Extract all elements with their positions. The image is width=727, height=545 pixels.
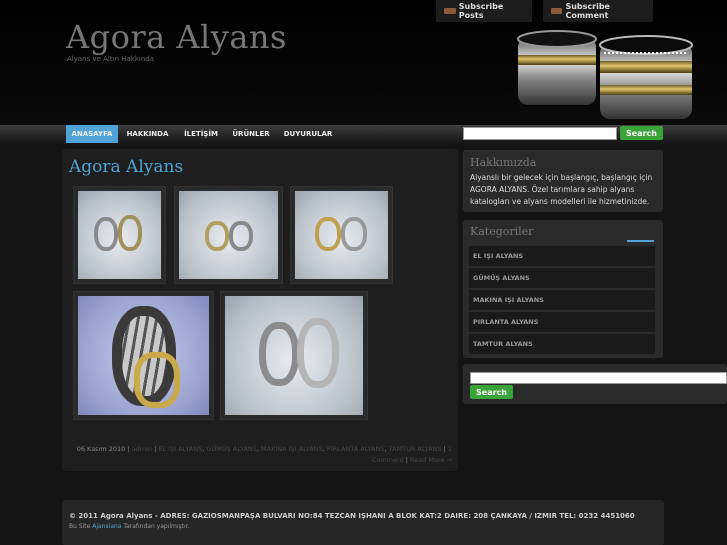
post-image-4[interactable] (73, 291, 214, 420)
footer-credit-link[interactable]: Ajansiana (92, 523, 121, 530)
wedding-rings-banner-image (517, 30, 693, 119)
site-title[interactable]: Agora Alyans (66, 18, 287, 56)
post-category-link[interactable]: EL IŞI ALYANS (158, 445, 202, 453)
site-header: Agora Alyans Alyans ve Altın Hakkında Su… (0, 0, 727, 125)
footer-credit: Bu Site Ajansiana Tarafından yapılmıştır… (69, 523, 190, 530)
category-item-pirlanta[interactable]: PIRLANTA ALYANS (469, 312, 655, 332)
about-widget-text: Alyanslı bir gelecek için başlangıç, baş… (470, 173, 653, 206)
post-category-link[interactable]: PIRLANTA ALYANS (327, 445, 385, 453)
header-search-input[interactable] (463, 127, 617, 140)
post-image-2[interactable] (174, 186, 283, 284)
post-category-link[interactable]: GÜMÜŞ ALYANS (206, 445, 256, 453)
nav-item-iletisim[interactable]: İLETİŞİM (178, 125, 224, 143)
nav-item-hakkinda[interactable]: HAKKINDA (120, 125, 175, 143)
post-image-3[interactable] (290, 186, 393, 284)
sidebar-search-button[interactable]: Search (470, 385, 513, 399)
category-item-tamtur[interactable]: TAMTUR ALYANS (469, 334, 655, 354)
rss-feed-icon (551, 8, 563, 14)
footer-credit-suffix: Tarafından yapılmıştır. (123, 523, 190, 530)
header-search-button[interactable]: Search (620, 126, 663, 140)
footer-copyright: © 2011 Agora Alyans - ADRES: GAZIOSMANPA… (69, 512, 635, 520)
nav-item-urunler[interactable]: ÜRÜNLER (227, 125, 275, 143)
post-meta: 06 Kasım 2010 | admin | EL IŞI ALYANS, G… (76, 445, 452, 464)
about-widget-title: Hakkımızda (470, 156, 537, 169)
post-image-5[interactable] (220, 291, 368, 420)
subscribe-comment-button[interactable]: Subscribe Comment (543, 0, 653, 22)
post-category-link[interactable]: MAKINA IŞI ALYANS (261, 445, 323, 453)
post-category-link[interactable]: TAMTUR ALYANS (389, 445, 442, 453)
category-item-el-isi[interactable]: EL IŞI ALYANS (469, 246, 655, 266)
post-date: 06 Kasım 2010 (76, 445, 126, 453)
rss-feed-icon (444, 8, 456, 14)
read-more-link[interactable]: Read More → (410, 456, 452, 464)
post-image-1[interactable] (73, 186, 166, 284)
categories-widget-title: Kategoriler (470, 225, 534, 238)
sidebar-search-input[interactable] (470, 372, 727, 384)
widget-accent-bar (627, 240, 654, 242)
subscribe-posts-button[interactable]: Subscribe Posts (436, 0, 532, 22)
category-item-makina-isi[interactable]: MAKINA IŞI ALYANS (469, 290, 655, 310)
post-author-link[interactable]: admin (132, 445, 152, 453)
site-description: Alyans ve Altın Hakkında (67, 55, 155, 63)
post-title[interactable]: Agora Alyans (69, 157, 183, 177)
nav-item-duyurular[interactable]: DUYURULAR (279, 125, 337, 143)
subscribe-posts-label: Subscribe Posts (458, 2, 504, 20)
subscribe-comment-label: Subscribe Comment (565, 2, 610, 20)
footer-credit-prefix: Bu Site (69, 523, 91, 530)
category-item-gumus[interactable]: GÜMÜŞ ALYANS (469, 268, 655, 288)
nav-item-anasayfa[interactable]: ANASAYFA (66, 125, 118, 143)
